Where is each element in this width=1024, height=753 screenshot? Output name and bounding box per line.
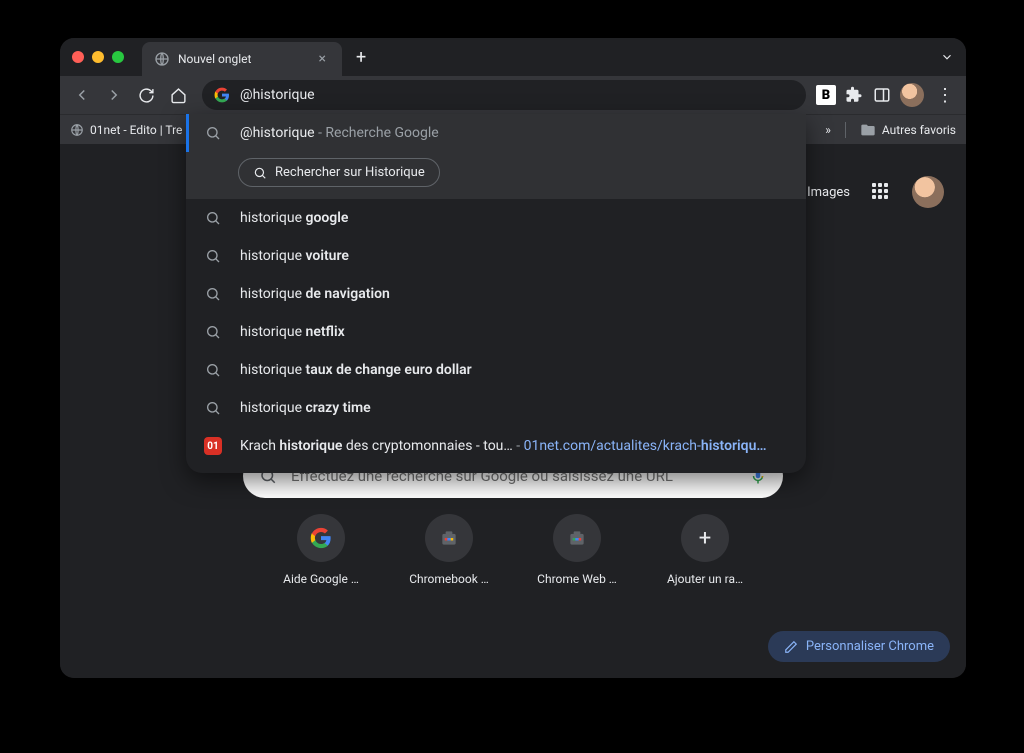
suggestion-chip-row: Rechercher sur Historique xyxy=(186,152,806,199)
search-icon xyxy=(204,209,222,227)
browser-window: Nouvel onglet × + B ⋮ 01net - Edito xyxy=(60,38,966,678)
shortcut-icon xyxy=(553,514,601,562)
suggestion-row[interactable]: historique taux de change euro dollar xyxy=(186,351,806,389)
suggestion-row[interactable]: historique crazy time xyxy=(186,389,806,427)
suggestion-text: historique taux de change euro dollar xyxy=(240,362,472,378)
apps-grid-icon[interactable] xyxy=(872,183,890,201)
ntp-header: Images xyxy=(807,176,944,208)
site-badge-icon: 01 xyxy=(204,437,222,455)
customize-chrome-button[interactable]: Personnaliser Chrome xyxy=(768,631,950,662)
browser-tab[interactable]: Nouvel onglet × xyxy=(142,42,342,76)
titlebar: Nouvel onglet × + xyxy=(60,38,966,76)
suggestion-text: historique crazy time xyxy=(240,400,371,416)
search-icon xyxy=(204,247,222,265)
window-controls xyxy=(72,51,124,63)
search-history-chip[interactable]: Rechercher sur Historique xyxy=(238,158,440,187)
active-indicator xyxy=(186,114,189,152)
toolbar-right: B ⋮ xyxy=(816,83,958,107)
home-button[interactable] xyxy=(164,81,192,109)
shortcut-item[interactable]: Aide Google … xyxy=(276,514,366,586)
suggestion-text: historique voiture xyxy=(240,248,349,264)
shortcut-label: Chrome Web … xyxy=(532,572,622,586)
customize-label: Personnaliser Chrome xyxy=(806,639,934,654)
chip-label: Rechercher sur Historique xyxy=(275,165,425,180)
shortcut-item[interactable]: + Ajouter un ra… xyxy=(660,514,750,586)
shortcuts: Aide Google … Chromebook … Chrome Web … … xyxy=(276,514,750,586)
chevron-down-icon[interactable] xyxy=(940,50,954,64)
shortcut-label: Ajouter un ra… xyxy=(660,572,750,586)
new-tab-button[interactable]: + xyxy=(356,47,366,68)
search-icon xyxy=(204,361,222,379)
address-input[interactable] xyxy=(240,87,794,103)
bookmark-overflow-button[interactable]: » xyxy=(825,123,831,137)
plus-icon: + xyxy=(681,514,729,562)
search-icon xyxy=(204,124,222,142)
omnibox-wrap xyxy=(202,80,806,110)
close-window-button[interactable] xyxy=(72,51,84,63)
forward-button[interactable] xyxy=(100,81,128,109)
tab-title: Nouvel onglet xyxy=(178,52,307,66)
account-avatar[interactable] xyxy=(912,176,944,208)
suggestion-row[interactable]: historique voiture xyxy=(186,237,806,275)
close-tab-button[interactable]: × xyxy=(315,51,330,67)
suggestion-row[interactable]: @historique - Recherche Google xyxy=(186,114,806,152)
pencil-icon xyxy=(784,640,798,654)
folder-icon xyxy=(860,122,876,138)
google-g-icon xyxy=(214,87,230,103)
shortcut-label: Aide Google … xyxy=(276,572,366,586)
suggestion-text: historique de navigation xyxy=(240,286,390,302)
shortcut-icon xyxy=(297,514,345,562)
extension-b-icon[interactable]: B xyxy=(816,85,836,105)
suggestion-text: Krach historique des cryptomonnaies - to… xyxy=(240,438,767,454)
suggestion-text: @historique - Recherche Google xyxy=(240,125,439,141)
toolbar: B ⋮ xyxy=(60,76,966,114)
other-bookmarks-button[interactable]: Autres favoris xyxy=(860,122,956,138)
search-icon xyxy=(204,399,222,417)
history-suggestion-row[interactable]: 01 Krach historique des cryptomonnaies -… xyxy=(186,427,806,465)
profile-avatar[interactable] xyxy=(900,83,924,107)
bookmark-item[interactable]: 01net - Edito | Tre xyxy=(70,123,182,137)
suggestion-row[interactable]: historique google xyxy=(186,199,806,237)
shortcut-label: Chromebook … xyxy=(404,572,494,586)
suggestion-text: historique google xyxy=(240,210,348,226)
search-icon xyxy=(253,166,267,180)
reload-button[interactable] xyxy=(132,81,160,109)
extensions-icon[interactable] xyxy=(844,85,864,105)
menu-button[interactable]: ⋮ xyxy=(932,85,958,106)
suggestion-text: historique netflix xyxy=(240,324,345,340)
maximize-window-button[interactable] xyxy=(112,51,124,63)
sidepanel-icon[interactable] xyxy=(872,85,892,105)
suggestion-row[interactable]: historique netflix xyxy=(186,313,806,351)
shortcut-icon xyxy=(425,514,473,562)
separator xyxy=(845,122,846,138)
globe-icon xyxy=(154,51,170,67)
other-bookmarks-label: Autres favoris xyxy=(882,123,956,137)
back-button[interactable] xyxy=(68,81,96,109)
globe-icon xyxy=(70,123,84,137)
search-icon xyxy=(204,323,222,341)
shortcut-item[interactable]: Chromebook … xyxy=(404,514,494,586)
shortcut-item[interactable]: Chrome Web … xyxy=(532,514,622,586)
search-icon xyxy=(204,285,222,303)
omnibox[interactable] xyxy=(202,80,806,110)
bookmark-label: 01net - Edito | Tre xyxy=(90,123,182,137)
omnibox-suggestions: @historique - Recherche Google Recherche… xyxy=(186,114,806,473)
suggestion-row[interactable]: historique de navigation xyxy=(186,275,806,313)
images-link[interactable]: Images xyxy=(807,185,850,200)
minimize-window-button[interactable] xyxy=(92,51,104,63)
